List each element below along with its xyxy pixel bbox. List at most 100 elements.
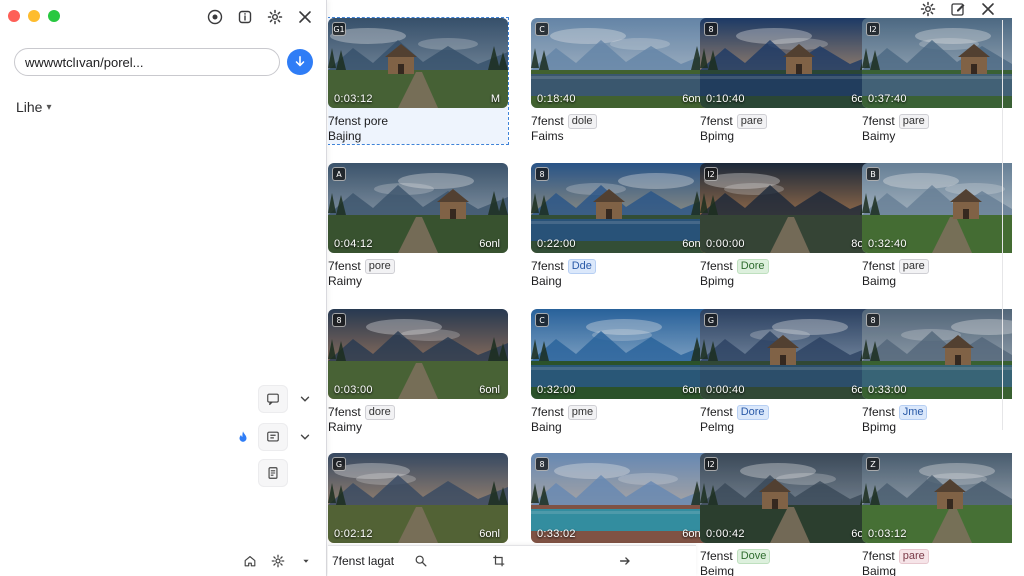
- duration-label: 0:02:12: [334, 528, 373, 540]
- duration-label: 0:22:00: [537, 238, 576, 250]
- settings-icon[interactable]: [264, 6, 286, 28]
- quality-label: M: [490, 93, 500, 105]
- card-meta: 7fenst pore Bajing: [328, 108, 508, 144]
- minimize-window-button[interactable]: [28, 10, 40, 22]
- card-tag[interactable]: pme: [567, 405, 598, 420]
- card-tag[interactable]: dole: [567, 114, 597, 129]
- thumbnail[interactable]: G1 0:03:12 M: [328, 18, 508, 108]
- thumbnail[interactable]: 8 0:10:40 6onl: [700, 18, 880, 108]
- card-subtitle: Pelmg: [700, 420, 735, 434]
- media-card[interactable]: A 0:04:12 6onl 7fenst pore Raimy: [328, 163, 508, 289]
- badge-text: G1: [333, 24, 345, 34]
- card-tag[interactable]: pare: [898, 549, 929, 564]
- thumbnail[interactable]: 8 0:22:00 6onl: [531, 163, 711, 253]
- thumbnail[interactable]: 8 0:33:00 6onl: [862, 309, 1012, 399]
- card-tag[interactable]: dore: [364, 405, 395, 420]
- thumbnail[interactable]: 8 0:03:00 6onl: [328, 309, 508, 399]
- chevron-down-icon[interactable]: [290, 385, 320, 413]
- card-tag[interactable]: Dore: [736, 259, 769, 274]
- card-meta: 7fenst Dove Beimg: [700, 543, 880, 576]
- index-badge: G: [704, 313, 718, 327]
- media-card[interactable]: 8 0:10:40 6onl 7fenst pare Bpimg: [700, 18, 880, 144]
- media-card[interactable]: C 0:32:00 6onl 7fenst pme Baing: [531, 309, 711, 435]
- close-icon[interactable]: [978, 0, 998, 18]
- index-badge: 8: [866, 313, 880, 327]
- thumbnail[interactable]: I2 0:00:42 6onl: [700, 453, 880, 543]
- index-badge: 8: [332, 313, 346, 327]
- card-tag[interactable]: Dore: [736, 405, 769, 420]
- thumbnail[interactable]: I2 0:37:40 6onl: [862, 18, 1012, 108]
- scrollbar[interactable]: [1002, 20, 1010, 430]
- quality-label: 6onl: [479, 528, 500, 540]
- record-icon[interactable]: [204, 6, 226, 28]
- badge-text: C: [539, 24, 545, 34]
- flame-icon[interactable]: [228, 423, 258, 451]
- edit-icon[interactable]: [948, 0, 968, 18]
- card-tag[interactable]: Dove: [736, 549, 771, 564]
- bottom-card-title: 7fenst lagat: [332, 554, 408, 568]
- zoom-icon[interactable]: [408, 549, 434, 573]
- media-card[interactable]: Z 0:03:12 6onl 7fenst pare Baimg: [862, 453, 1012, 576]
- card-tag[interactable]: Dde: [567, 259, 596, 274]
- window-toolbar: [918, 0, 998, 18]
- thumbnail[interactable]: Z 0:03:12 6onl: [862, 453, 1012, 543]
- card-tag[interactable]: pare: [736, 114, 767, 129]
- window-controls: [8, 10, 60, 22]
- thumbnail[interactable]: B 0:32:40 8onl: [862, 163, 1012, 253]
- settings-icon[interactable]: [918, 0, 938, 18]
- thumbnail[interactable]: C 0:32:00 6onl: [531, 309, 711, 399]
- media-card[interactable]: G 0:00:40 6onl 7fenst Dore Pelmg: [700, 309, 880, 435]
- card-subtitle: Raimy: [328, 420, 363, 434]
- settings-icon[interactable]: [263, 547, 293, 575]
- duration-label: 0:04:12: [334, 238, 373, 250]
- close-icon[interactable]: [294, 6, 316, 28]
- badge-text: I2: [869, 24, 877, 34]
- card-meta: 7fenst Jme Bpimg: [862, 399, 1012, 435]
- media-card[interactable]: C 0:18:40 6onl 7fenst dole Faims: [531, 18, 711, 144]
- card-subtitle: Faims: [531, 129, 564, 143]
- index-badge: Z: [866, 457, 880, 471]
- card-tag[interactable]: pare: [898, 259, 929, 274]
- thumbnail[interactable]: G 0:00:40 6onl: [700, 309, 880, 399]
- media-card[interactable]: B 0:32:40 8onl 7fenst pare Baimg: [862, 163, 1012, 289]
- home-icon[interactable]: [235, 547, 265, 575]
- card-subtitle: Baimg: [862, 274, 897, 288]
- index-badge: G1: [332, 22, 346, 36]
- card-tag[interactable]: pore: [364, 259, 395, 274]
- media-card[interactable]: 8 0:33:00 6onl 7fenst Jme Bpimg: [862, 309, 1012, 435]
- arrow-right-icon[interactable]: [612, 549, 638, 573]
- download-button[interactable]: [287, 49, 313, 75]
- thumbnail[interactable]: C 0:18:40 6onl: [531, 18, 711, 108]
- close-window-button[interactable]: [8, 10, 20, 22]
- thumbnail[interactable]: I2 0:00:00 8onl: [700, 163, 880, 253]
- info-icon[interactable]: [234, 6, 256, 28]
- chat-icon[interactable]: [258, 385, 288, 413]
- thumbnail[interactable]: A 0:04:12 6onl: [328, 163, 508, 253]
- chevron-down-icon[interactable]: [290, 423, 320, 451]
- index-badge: C: [535, 22, 549, 36]
- card-meta: 7fenst pare Baimg: [862, 543, 1012, 576]
- thumbnail[interactable]: 8 0:33:02 6onl: [531, 453, 711, 543]
- badge-text: 8: [539, 459, 545, 469]
- crop-icon[interactable]: [486, 549, 512, 573]
- card-tag[interactable]: pare: [898, 114, 929, 129]
- comment-icon[interactable]: [258, 423, 288, 451]
- thumbnail[interactable]: G 0:02:12 6onl: [328, 453, 508, 543]
- badge-text: Z: [870, 459, 876, 469]
- index-badge: I2: [704, 167, 718, 181]
- card-tag[interactable]: Jme: [898, 405, 928, 420]
- library-dropdown[interactable]: Lihe ▾: [16, 99, 52, 115]
- media-card[interactable]: I2 0:37:40 6onl 7fenst pare Baimy: [862, 18, 1012, 144]
- chevron-down-icon[interactable]: [291, 547, 321, 575]
- document-icon[interactable]: [258, 459, 288, 487]
- card-title: 7fenst: [531, 114, 564, 128]
- zoom-window-button[interactable]: [48, 10, 60, 22]
- media-grid: G1 0:03:12 M 7fenst pore Bajing C 0:18:4…: [328, 0, 1012, 576]
- card-subtitle: Bpimg: [700, 129, 735, 143]
- address-field[interactable]: wwwwtclıvan/porel...: [14, 48, 280, 76]
- media-card[interactable]: I2 0:00:00 8onl 7fenst Dore Bpimg: [700, 163, 880, 289]
- media-card[interactable]: 8 0:22:00 6onl 7fenst Dde Baing: [531, 163, 711, 289]
- media-card[interactable]: 8 0:03:00 6onl 7fenst dore Raimy: [328, 309, 508, 435]
- media-card[interactable]: G1 0:03:12 M 7fenst pore Bajing: [328, 17, 509, 145]
- media-card[interactable]: I2 0:00:42 6onl 7fenst Dove Beimg: [700, 453, 880, 576]
